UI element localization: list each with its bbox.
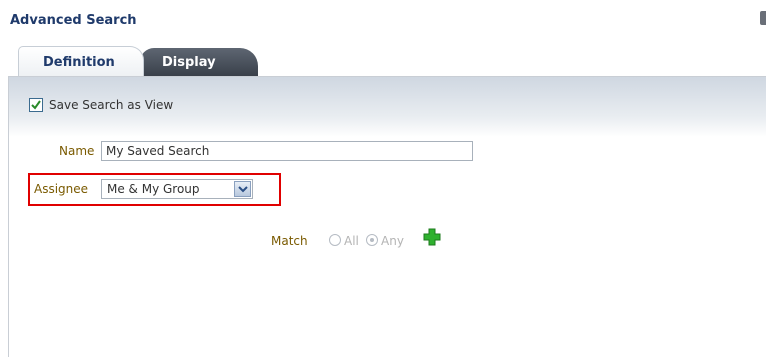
assignee-select[interactable]: Me & My Group <box>101 179 253 199</box>
name-input[interactable] <box>101 141 473 161</box>
name-label: Name <box>59 144 95 158</box>
match-all-radio[interactable] <box>329 234 341 246</box>
save-view-label: Save Search as View <box>49 98 174 112</box>
definition-panel: Save Search as View Name Assignee Me & M… <box>8 76 766 357</box>
close-icon[interactable] <box>760 11 766 25</box>
assignee-label: Assignee <box>34 182 89 196</box>
tab-definition[interactable]: Definition <box>18 46 144 76</box>
match-any-label: Any <box>381 234 404 248</box>
checkbox-checked-icon <box>31 100 41 110</box>
add-condition-icon[interactable] <box>423 228 441 246</box>
tab-display[interactable]: Display <box>140 48 258 76</box>
tab-display-label: Display <box>162 55 216 70</box>
match-any-radio[interactable] <box>366 234 378 246</box>
chevron-down-icon <box>238 186 248 193</box>
tab-definition-label: Definition <box>43 55 115 70</box>
tab-strip: Display Definition <box>18 46 318 76</box>
save-view-checkbox[interactable] <box>29 98 43 112</box>
match-all-label: All <box>344 234 359 248</box>
assignee-dropdown-button[interactable] <box>234 181 251 197</box>
match-label: Match <box>271 234 308 248</box>
dialog-title-bar: Advanced Search <box>0 0 766 42</box>
dialog-title: Advanced Search <box>10 13 137 28</box>
assignee-value: Me & My Group <box>107 182 200 196</box>
